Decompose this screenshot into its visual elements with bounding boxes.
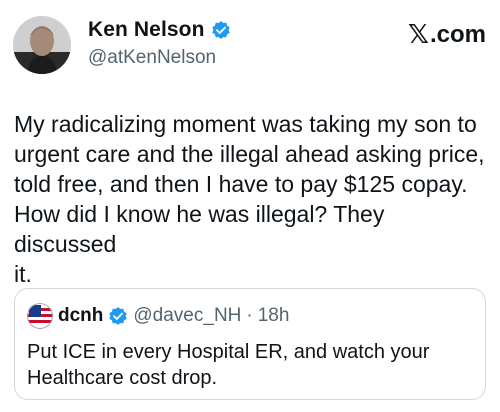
brand-label: .com bbox=[429, 21, 486, 48]
quoted-tweet-header: dcnh @davec_NH · 18h bbox=[27, 303, 289, 329]
quoted-tweet-text: Put ICE in every Hospital ER, and watch … bbox=[27, 341, 430, 389]
author-name-row: Ken Nelson bbox=[88, 18, 231, 42]
quoted-author-avatar[interactable] bbox=[27, 303, 53, 329]
brand-mark: 𝕏 .com bbox=[408, 20, 486, 50]
separator-dot: · bbox=[246, 305, 253, 326]
verified-badge-icon bbox=[211, 20, 231, 40]
author-avatar[interactable] bbox=[13, 16, 71, 74]
tweet-text: My radicalizing moment was taking my son… bbox=[14, 111, 485, 287]
author-name[interactable]: Ken Nelson bbox=[88, 18, 205, 42]
quoted-author-name[interactable]: dcnh bbox=[58, 305, 103, 327]
quoted-tweet-card[interactable]: dcnh @davec_NH · 18h Put ICE in every Ho… bbox=[14, 288, 486, 400]
author-handle[interactable]: @atKenNelson bbox=[88, 47, 216, 69]
quoted-verified-badge-icon bbox=[108, 306, 128, 326]
x-logo-icon: 𝕏 bbox=[408, 20, 429, 50]
quoted-tweet-time[interactable]: 18h bbox=[258, 305, 290, 327]
quoted-author-handle[interactable]: @davec_NH bbox=[133, 305, 241, 327]
